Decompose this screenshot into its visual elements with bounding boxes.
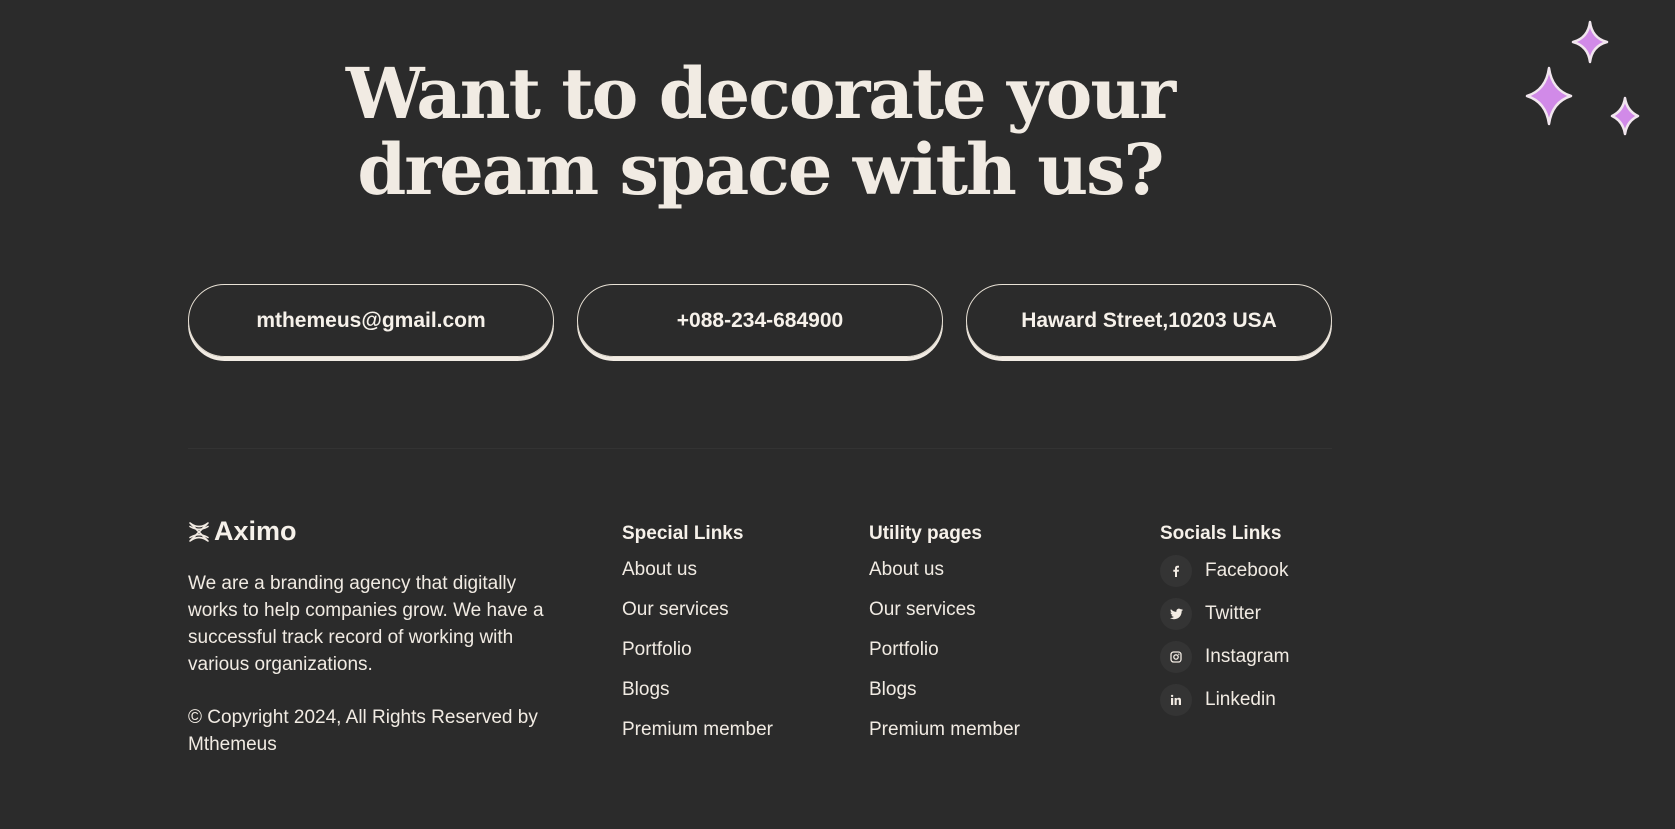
social-links-column: Socials Links Facebook Twitter Instagram…	[1160, 522, 1289, 726]
social-link-linkedin[interactable]: Linkedin	[1160, 683, 1289, 717]
special-link-portfolio[interactable]: Portfolio	[622, 638, 773, 662]
utility-pages-column: Utility pages About us Our services Port…	[869, 522, 1020, 758]
sparkles-icon	[1525, 20, 1640, 136]
utility-link-about-us[interactable]: About us	[869, 558, 1020, 582]
cta-headline-line-2: dream space with us?	[357, 128, 1164, 211]
phone-text: +088-234-684900	[676, 308, 844, 332]
special-links-title: Special Links	[622, 523, 744, 544]
copyright-text: © Copyright 2024, All Rights Reserved by…	[188, 707, 538, 755]
brand-name: Aximo	[214, 516, 297, 546]
facebook-icon	[1160, 555, 1192, 587]
instagram-icon	[1160, 641, 1192, 673]
special-link-premium-member[interactable]: Premium member	[622, 718, 773, 742]
utility-link-our-services[interactable]: Our services	[869, 598, 1020, 622]
twitter-label: Twitter	[1205, 603, 1261, 624]
cta-headline-line-1: Want to decorate your	[345, 52, 1176, 135]
linkedin-label: Linkedin	[1205, 689, 1276, 710]
special-link-our-services[interactable]: Our services	[622, 598, 773, 622]
facebook-label: Facebook	[1205, 560, 1289, 581]
address-text: Haward Street,10203 USA	[1021, 308, 1277, 332]
instagram-label: Instagram	[1205, 646, 1290, 667]
aximo-logo-icon	[189, 521, 209, 542]
footer-divider	[188, 448, 1332, 449]
utility-link-blogs[interactable]: Blogs	[869, 678, 1020, 702]
utility-pages-title: Utility pages	[869, 523, 982, 544]
utility-link-premium-member[interactable]: Premium member	[869, 718, 1020, 742]
social-link-twitter[interactable]: Twitter	[1160, 597, 1289, 631]
phone-contact-button[interactable]: +088-234-684900	[577, 284, 943, 357]
social-links-title: Socials Links	[1160, 523, 1282, 544]
cta-headline: Want to decorate your dream space with u…	[300, 56, 1220, 208]
email-text: mthemeus@gmail.com	[256, 308, 486, 332]
special-link-blogs[interactable]: Blogs	[622, 678, 773, 702]
company-description: We are a branding agency that digitally …	[188, 573, 544, 675]
linkedin-icon	[1160, 684, 1192, 716]
brand-logo[interactable]: Aximo	[188, 516, 297, 547]
utility-link-portfolio[interactable]: Portfolio	[869, 638, 1020, 662]
special-links-column: Special Links About us Our services Port…	[622, 522, 773, 758]
email-contact-button[interactable]: mthemeus@gmail.com	[188, 284, 554, 357]
social-link-instagram[interactable]: Instagram	[1160, 640, 1289, 674]
special-link-about-us[interactable]: About us	[622, 558, 773, 582]
address-contact-button[interactable]: Haward Street,10203 USA	[966, 284, 1332, 357]
twitter-icon	[1160, 598, 1192, 630]
social-link-facebook[interactable]: Facebook	[1160, 554, 1289, 588]
